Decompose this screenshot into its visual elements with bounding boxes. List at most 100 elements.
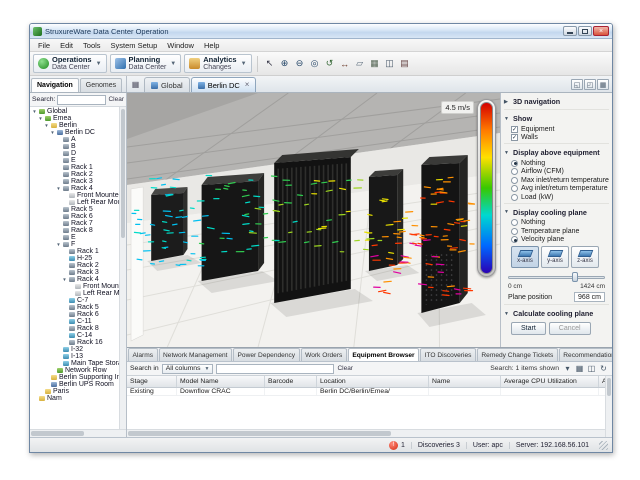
radio-nothing[interactable]: Nothing [504, 218, 609, 227]
tree-item-nam[interactable]: Nam [30, 395, 119, 402]
x-axis-button[interactable]: x-axis [511, 246, 539, 268]
menu-file[interactable]: File [34, 40, 54, 51]
tree-item-berlin[interactable]: ▼Berlin [30, 122, 119, 129]
y-axis-button[interactable]: y-axis [541, 246, 569, 268]
table-vscrollbar[interactable] [605, 376, 612, 437]
tree-item-rack-2[interactable]: Rack 2 [30, 171, 119, 178]
checkbox-equipment[interactable]: ✓Equipment [504, 124, 609, 133]
start-button[interactable]: Start [511, 322, 546, 335]
section-header-calculate[interactable]: ▼ Calculate cooling plane [504, 307, 609, 319]
titlebar[interactable]: StruxureWare Data Center Operation × [30, 24, 612, 39]
tree-item-rack-1[interactable]: Rack 1 [30, 164, 119, 171]
section-header-3d-navigation[interactable]: ▶ 3D navigation [504, 95, 609, 107]
tree-item-front-mounted[interactable]: Front Mounted [30, 192, 119, 199]
export-icon[interactable]: ◫ [586, 363, 597, 374]
search-input[interactable] [57, 95, 106, 105]
tree-item-rack-5[interactable]: Rack 5 [30, 304, 119, 311]
clear-search-button[interactable]: Clear [108, 96, 124, 103]
table-clear-button[interactable]: Clear [337, 365, 353, 372]
column-header-average-cpu-utilization[interactable]: Average CPU Utilization [501, 376, 599, 387]
tree-item-left-rear-moun[interactable]: Left Rear Moun [30, 199, 119, 206]
sidebar-vscrollbar[interactable] [119, 107, 126, 429]
tree-item-rack-8[interactable]: Rack 8 [30, 227, 119, 234]
pan-tool-icon[interactable]: ↔ [338, 57, 352, 71]
maximize-editor-icon[interactable]: ◰ [584, 79, 596, 90]
refresh-icon[interactable]: ↻ [598, 363, 609, 374]
plane-position-slider[interactable] [508, 272, 605, 282]
column-header-stage[interactable]: Stage [127, 376, 177, 387]
table-hscrollbar[interactable] [127, 429, 605, 437]
menu-window[interactable]: Window [163, 40, 198, 51]
tab-equipment-browser[interactable]: Equipment Browser [348, 348, 419, 361]
tree-item-rack-16[interactable]: Rack 16 [30, 339, 119, 346]
cancel-button[interactable]: Cancel [549, 322, 591, 335]
radio-avg-inlet-return-temperature[interactable]: Avg inlet/return temperature [504, 184, 609, 193]
menu-help[interactable]: Help [200, 40, 223, 51]
tree-item-network-row[interactable]: Network Row [30, 367, 119, 374]
section-header-display-above[interactable]: ▼ Display above equipment [504, 146, 609, 158]
tree-item-berlin-dc[interactable]: ▼Berlin DC [30, 129, 119, 136]
tree-item-berlin-ups-room[interactable]: Berlin UPS Room [30, 381, 119, 388]
view-menu-icon[interactable]: ▦ [129, 78, 142, 91]
filter-icon[interactable]: ▾ [562, 363, 573, 374]
tree-item-f[interactable]: ▼F [30, 241, 119, 248]
discoveries-status[interactable]: Discoveries 3 [411, 442, 466, 449]
radio-max-inlet-return-temperature[interactable]: Max inlet/return temperature [504, 175, 609, 184]
tree-item-paris[interactable]: Paris [30, 388, 119, 395]
tree-item-emea[interactable]: ▼Emea [30, 115, 119, 122]
column-header-model-name[interactable]: Model Name [177, 376, 265, 387]
resize-grip[interactable] [599, 441, 608, 450]
capture-tool-icon[interactable]: ◫ [383, 57, 397, 71]
search-column-select[interactable]: All columns ▼ [162, 364, 214, 374]
checkbox-walls[interactable]: ✓Walls [504, 133, 609, 142]
radio-velocity-plane[interactable]: Velocity plane [504, 235, 609, 244]
column-header-location[interactable]: Location [317, 376, 429, 387]
rotate-tool-icon[interactable]: ↺ [323, 57, 337, 71]
tree-item-a[interactable]: A [30, 136, 119, 143]
select-tool-icon[interactable]: ↖ [263, 57, 277, 71]
tree-item-b[interactable]: B [30, 143, 119, 150]
section-header-cooling-plane[interactable]: ▼ Display cooling plane [504, 206, 609, 218]
perspective-operations[interactable]: OperationsData Center▼ [33, 54, 107, 73]
perspective-analytics[interactable]: AnalyticsChanges▼ [184, 54, 251, 73]
tree-item-i-32[interactable]: I-32 [30, 346, 119, 353]
tree-item-global[interactable]: ▼Global [30, 108, 119, 115]
tab-network-management[interactable]: Network Management [159, 348, 233, 361]
grid-tool-icon[interactable]: ▦ [368, 57, 382, 71]
maximize-button[interactable] [578, 26, 592, 36]
tree-item-rack-6[interactable]: Rack 6 [30, 311, 119, 318]
columns-icon[interactable]: ▦ [574, 363, 585, 374]
slider-track[interactable] [508, 276, 605, 279]
layout-options-icon[interactable]: ▦ [597, 79, 609, 90]
table-row[interactable]: ExistingDownflow CRACBerlin DC/Berlin/Em… [127, 388, 605, 396]
tree-item-rack-8[interactable]: Rack 8 [30, 325, 119, 332]
zoom-in-tool-icon[interactable]: ⊕ [278, 57, 292, 71]
tree-item-rack-2[interactable]: Rack 2 [30, 262, 119, 269]
tab-berlin-dc[interactable]: Berlin DC× [191, 77, 257, 92]
tree-item-main-tape-storage[interactable]: Main Tape Storage [30, 360, 119, 367]
tab-work-orders[interactable]: Work Orders [301, 348, 347, 361]
radio-temperature-plane[interactable]: Temperature plane [504, 226, 609, 235]
table-search-input[interactable] [216, 364, 334, 374]
column-header-name[interactable]: Name [429, 376, 501, 387]
tree-item-front-mounted[interactable]: Front Mounted [30, 283, 119, 290]
sidebar-tab-genomes[interactable]: Genomes [80, 78, 122, 92]
close-button[interactable]: × [593, 26, 609, 36]
tree-item-c-11[interactable]: C-11 [30, 318, 119, 325]
tree-item-c-14[interactable]: C-14 [30, 332, 119, 339]
tree-item-h-25[interactable]: H-25 [30, 255, 119, 262]
slider-thumb[interactable] [572, 272, 578, 282]
menu-tools[interactable]: Tools [79, 40, 105, 51]
sidebar-tab-navigation[interactable]: Navigation [31, 78, 79, 92]
tab-power-dependency[interactable]: Power Dependency [233, 348, 300, 361]
radio-airflow-cfm[interactable]: Airflow (CFM) [504, 167, 609, 176]
tree-item-i-13[interactable]: I-13 [30, 353, 119, 360]
tab-ito-discoveries[interactable]: ITO Discoveries [420, 348, 476, 361]
tree-item-d[interactable]: D [30, 150, 119, 157]
restore-layout-icon[interactable]: ◱ [571, 79, 583, 90]
tree-item-rack-7[interactable]: Rack 7 [30, 220, 119, 227]
report-tool-icon[interactable]: ▤ [398, 57, 412, 71]
close-tab-icon[interactable]: × [245, 81, 250, 89]
z-axis-button[interactable]: z-axis [571, 246, 599, 268]
tree-item-rack-3[interactable]: Rack 3 [30, 178, 119, 185]
